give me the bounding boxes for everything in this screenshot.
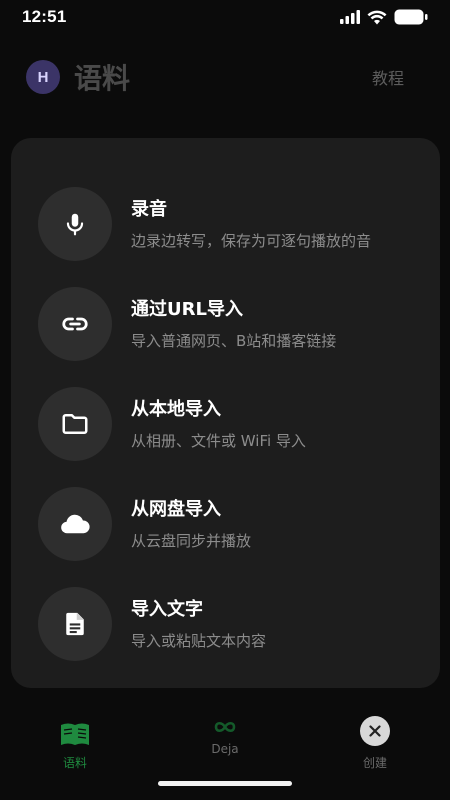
close-button[interactable] xyxy=(360,716,390,746)
option-title: 从网盘导入 xyxy=(131,498,221,520)
option-title: 录音 xyxy=(131,198,167,220)
option-icon-circle xyxy=(38,487,112,561)
option-text: 通过URL导入 导入普通网页、B站和播客链接 xyxy=(131,298,336,351)
document-icon xyxy=(66,612,84,636)
option-icon-circle xyxy=(38,387,112,461)
tab-label: 语料 xyxy=(62,756,87,770)
option-desc: 从相册、文件或 WiFi 导入 xyxy=(131,431,306,450)
option-title: 导入文字 xyxy=(131,598,203,620)
option-import-local[interactable]: 从本地导入 从相册、文件或 WiFi 导入 xyxy=(11,374,440,474)
tab-icon-wrap xyxy=(360,706,390,746)
option-title: 通过URL导入 xyxy=(131,298,243,320)
tab-label: Deja xyxy=(211,742,239,756)
wifi-icon xyxy=(367,10,387,24)
status-time: 12:51 xyxy=(22,7,67,26)
tab-icon-wrap xyxy=(213,700,237,734)
cloud-icon xyxy=(61,514,90,534)
header: H 语料 教程 xyxy=(0,52,450,102)
avatar[interactable]: H xyxy=(26,60,60,94)
option-desc: 边录边转写，保存为可逐句播放的音 xyxy=(131,231,372,250)
option-text: 从本地导入 从相册、文件或 WiFi 导入 xyxy=(131,398,306,451)
tutorial-link[interactable]: 教程 xyxy=(372,65,404,89)
option-record[interactable]: 录音 边录边转写，保存为可逐句播放的音 xyxy=(11,174,440,274)
option-text: 录音 边录边转写，保存为可逐句播放的音 xyxy=(131,198,371,251)
option-icon-circle xyxy=(38,187,112,261)
microphone-icon xyxy=(66,213,84,236)
option-icon-circle xyxy=(38,587,112,661)
option-desc: 从云盘同步并播放 xyxy=(131,531,252,550)
page-title: 语料 xyxy=(74,62,131,95)
status-bar: 12:51 xyxy=(0,0,450,34)
tab-corpus[interactable]: 语料 xyxy=(0,700,150,800)
link-icon xyxy=(62,317,88,331)
infinity-icon xyxy=(214,721,236,733)
signal-icon xyxy=(340,10,360,24)
option-import-cloud[interactable]: 从网盘导入 从云盘同步并播放 xyxy=(11,474,440,574)
status-icons xyxy=(340,9,428,25)
option-icon-circle xyxy=(38,287,112,361)
home-indicator[interactable] xyxy=(158,781,292,786)
book-icon xyxy=(61,723,89,745)
battery-icon xyxy=(394,9,428,25)
tab-label: 创建 xyxy=(362,756,387,770)
close-icon xyxy=(369,725,381,737)
option-import-url[interactable]: 通过URL导入 导入普通网页、B站和播客链接 xyxy=(11,274,440,374)
option-title: 从本地导入 xyxy=(131,398,221,420)
option-import-text[interactable]: 导入文字 导入或粘贴文本内容 xyxy=(11,574,440,674)
option-text: 从网盘导入 从云盘同步并播放 xyxy=(131,498,251,551)
option-desc: 导入或粘贴文本内容 xyxy=(131,631,267,650)
tab-create[interactable]: 创建 xyxy=(300,700,450,800)
folder-icon xyxy=(62,414,88,434)
tab-icon-wrap xyxy=(60,706,90,746)
create-options-sheet: 录音 边录边转写，保存为可逐句播放的音 通过URL导入 导入普通网页、B站和播客… xyxy=(11,138,440,688)
option-desc: 导入普通网页、B站和播客链接 xyxy=(131,331,337,350)
option-text: 导入文字 导入或粘贴文本内容 xyxy=(131,598,266,651)
